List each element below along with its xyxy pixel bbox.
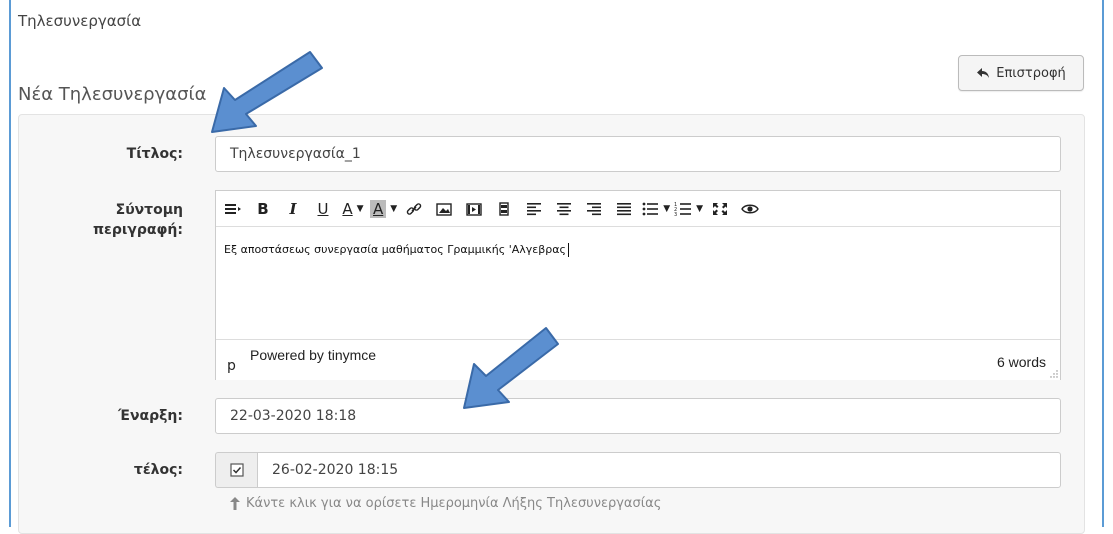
- arrow-up-icon: [230, 497, 240, 510]
- media-button[interactable]: [461, 197, 487, 221]
- page-title: Νέα Τηλεσυνεργασία: [18, 84, 207, 105]
- background-color-icon: A: [370, 199, 387, 218]
- description-label-line2: περιγραφή:: [92, 222, 183, 238]
- align-center-icon: [557, 202, 572, 215]
- chevron-down-icon: ▼: [663, 203, 671, 214]
- back-button-label: Επιστροφή: [996, 65, 1066, 81]
- bullet-list-icon: [642, 202, 659, 215]
- bullet-list-button[interactable]: ▼: [641, 197, 670, 221]
- word-count: 6 words: [996, 354, 1046, 370]
- media-icon: [466, 202, 482, 216]
- end-date-help: Κάντε κλικ για να ορίσετε Ημερομηνία Λήξ…: [230, 496, 661, 511]
- align-center-button[interactable]: [551, 197, 577, 221]
- editor-text: Εξ αποστάσεως συνεργασία μαθήματος Γραμμ…: [224, 243, 566, 256]
- film-icon: [499, 201, 509, 216]
- end-label: τέλος:: [133, 462, 183, 478]
- align-right-icon: [587, 202, 602, 215]
- description-label: Σύντομη περιγραφή:: [60, 200, 183, 240]
- checkbox-checked-icon[interactable]: [229, 463, 244, 477]
- film-button[interactable]: [491, 197, 517, 221]
- reply-icon: [977, 68, 990, 78]
- underline-icon: U: [317, 199, 329, 218]
- editor-content[interactable]: Εξ αποστάσεως συνεργασία μαθήματος Γραμμ…: [216, 227, 1060, 339]
- start-datetime-input[interactable]: 22-03-2020 18:18: [215, 398, 1061, 434]
- preview-button[interactable]: [737, 197, 763, 221]
- background-color-button[interactable]: A ▼: [370, 197, 397, 221]
- bold-button[interactable]: B: [250, 197, 276, 221]
- editor-statusbar: p Powered by tinymce 6 words: [216, 339, 1060, 380]
- description-label-line1: Σύντομη: [115, 202, 183, 218]
- end-checkbox-addon[interactable]: [215, 452, 257, 488]
- title-input[interactable]: Τηλεσυνεργασία_1: [215, 136, 1061, 172]
- italic-icon: I: [289, 199, 297, 218]
- editor-toolbar: B I U A ▼ A ▼ ▼ 1 2 3 ▼: [216, 191, 1060, 227]
- back-button[interactable]: Επιστροφή: [958, 55, 1084, 91]
- link-icon: [406, 202, 422, 215]
- end-datetime-input[interactable]: 26-02-2020 18:15: [257, 452, 1061, 488]
- link-button[interactable]: [401, 197, 427, 221]
- text-color-button[interactable]: A ▼: [340, 197, 366, 221]
- preview-icon: [741, 204, 759, 213]
- end-date-help-text: Κάντε κλικ για να ορίσετε Ημερομηνία Λήξ…: [246, 496, 662, 511]
- breadcrumb[interactable]: Τηλεσυνεργασία: [18, 12, 141, 30]
- svg-text:3: 3: [674, 212, 677, 217]
- chevron-down-icon: ▼: [356, 203, 364, 214]
- title-label: Τίτλος:: [126, 146, 183, 162]
- formats-button[interactable]: [220, 197, 246, 221]
- image-icon: [436, 202, 452, 216]
- image-button[interactable]: [431, 197, 457, 221]
- start-label: Έναρξη:: [118, 408, 183, 424]
- text-cursor: [567, 243, 569, 257]
- element-path[interactable]: p: [227, 358, 236, 374]
- formats-icon: [225, 203, 241, 214]
- align-justify-icon: [617, 202, 632, 215]
- resize-handle-icon[interactable]: [1050, 370, 1058, 378]
- bold-icon: B: [257, 199, 269, 218]
- align-right-button[interactable]: [581, 197, 607, 221]
- italic-button[interactable]: I: [280, 197, 306, 221]
- underline-button[interactable]: U: [310, 197, 336, 221]
- chevron-down-icon: ▼: [696, 203, 704, 214]
- numbered-list-icon: 123: [674, 202, 692, 217]
- rich-text-editor: B I U A ▼ A ▼ ▼ 1 2 3 ▼ Εξ αποστάσεως συ…: [215, 190, 1061, 380]
- align-left-button[interactable]: [521, 197, 547, 221]
- fullscreen-button[interactable]: [707, 197, 733, 221]
- align-justify-button[interactable]: [611, 197, 637, 221]
- align-left-icon: [527, 202, 542, 215]
- powered-by-link[interactable]: Powered by tinymce: [250, 347, 376, 363]
- numbered-list-button[interactable]: 123 ▼: [674, 197, 703, 221]
- text-color-icon: A: [342, 199, 353, 218]
- fullscreen-icon: [713, 202, 728, 215]
- chevron-down-icon: ▼: [390, 203, 398, 214]
